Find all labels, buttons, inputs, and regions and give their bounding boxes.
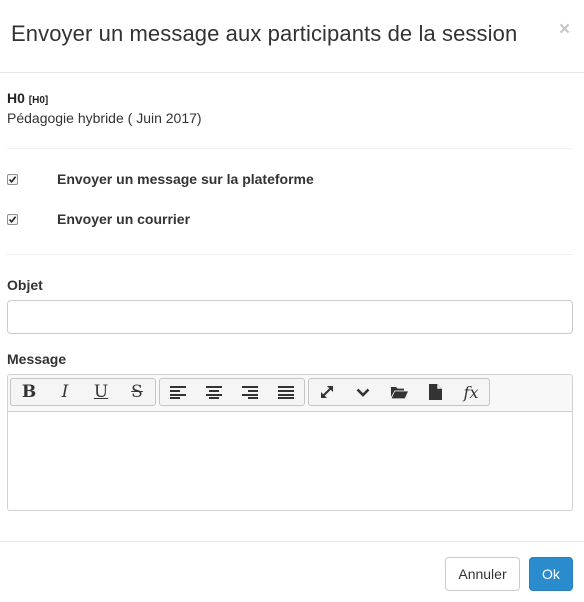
formula-icon: fx — [463, 382, 479, 402]
modal-title: Envoyer un message aux participants de l… — [11, 21, 518, 46]
alignment-group — [159, 378, 305, 406]
message-editor: B I U S fx — [7, 374, 573, 511]
editor-toolbar: B I U S fx — [8, 375, 572, 412]
close-icon[interactable]: × — [559, 20, 570, 40]
italic-icon: I — [61, 381, 69, 402]
subject-input[interactable] — [7, 300, 573, 334]
ok-button[interactable]: Ok — [529, 557, 573, 591]
folder-open-icon — [390, 386, 408, 398]
expand-icon — [321, 386, 333, 398]
mail-label[interactable]: Envoyer un courrier — [57, 211, 190, 227]
justify-icon — [278, 386, 294, 399]
validate-button[interactable] — [345, 379, 381, 405]
subject-label: Objet — [7, 277, 43, 293]
align-center-icon — [206, 386, 222, 399]
platform-message-checkbox[interactable] — [7, 174, 18, 185]
italic-button[interactable]: I — [47, 379, 83, 405]
footer-divider — [0, 541, 584, 542]
mail-checkbox[interactable] — [7, 214, 18, 225]
session-code: H0 [H0] — [7, 90, 48, 106]
message-label: Message — [7, 351, 67, 367]
message-text-area[interactable] — [8, 412, 572, 510]
file-icon — [428, 384, 442, 400]
cancel-button[interactable]: Annuler — [445, 557, 520, 591]
open-folder-button[interactable] — [381, 379, 417, 405]
text-style-group: B I U S — [10, 378, 156, 406]
underline-icon: U — [93, 381, 109, 402]
formula-button[interactable]: fx — [453, 379, 489, 405]
justify-button[interactable] — [268, 379, 304, 405]
session-name: Pédagogie hybride ( Juin 2017) — [7, 110, 202, 126]
divider — [7, 254, 572, 255]
strikethrough-icon: S — [131, 381, 143, 402]
strikethrough-button[interactable]: S — [119, 379, 155, 405]
underline-button[interactable]: U — [83, 379, 119, 405]
align-right-button[interactable] — [232, 379, 268, 405]
check-icon — [356, 388, 370, 397]
align-left-icon — [170, 386, 186, 399]
tools-group: fx — [308, 378, 490, 406]
checkmark-icon — [8, 216, 17, 224]
bold-button[interactable]: B — [11, 379, 47, 405]
align-left-button[interactable] — [160, 379, 196, 405]
bold-icon: B — [21, 381, 37, 402]
align-center-button[interactable] — [196, 379, 232, 405]
session-code-text: H0 — [7, 90, 25, 106]
align-right-icon — [242, 386, 258, 399]
platform-message-label[interactable]: Envoyer un message sur la plateforme — [57, 171, 314, 187]
divider — [7, 148, 572, 149]
fullscreen-button[interactable] — [309, 379, 345, 405]
modal-header: Envoyer un message aux participants de l… — [0, 0, 584, 73]
session-code-tag: [H0] — [28, 95, 49, 106]
new-file-button[interactable] — [417, 379, 453, 405]
checkmark-icon — [8, 176, 17, 184]
